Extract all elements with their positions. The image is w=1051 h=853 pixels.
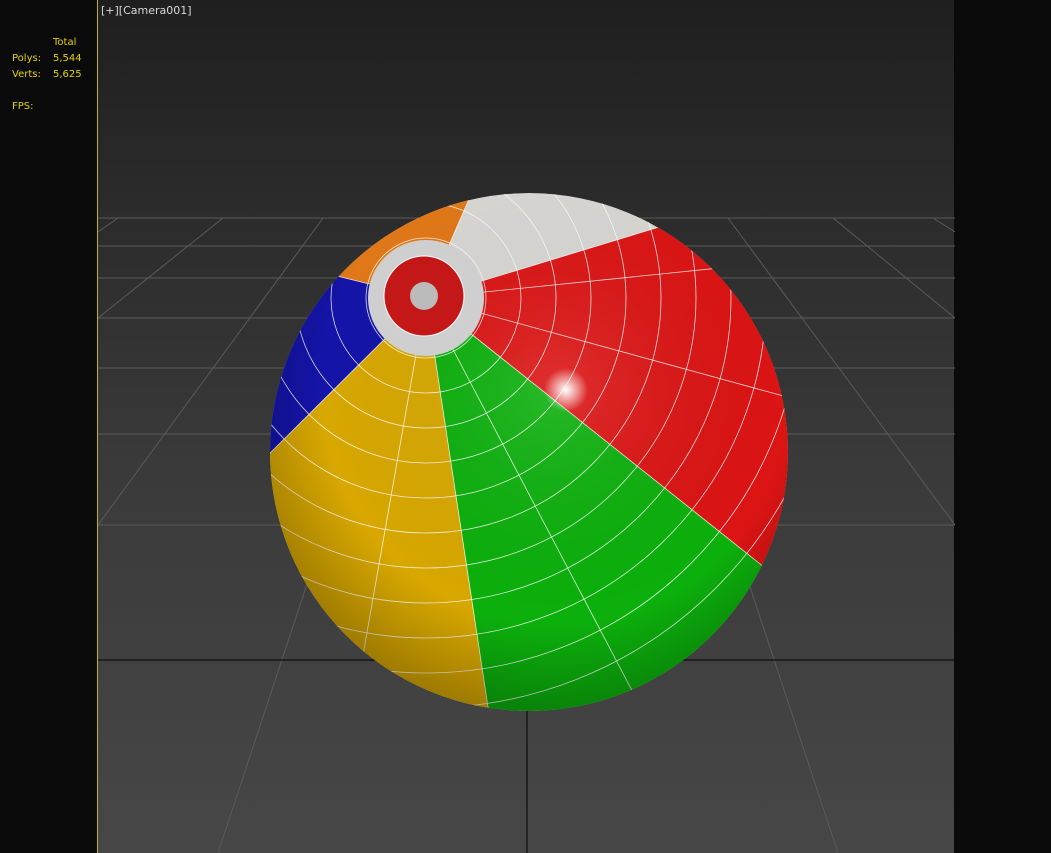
right-panel [954, 0, 1051, 853]
left-panel [0, 0, 97, 853]
fps-label: FPS: [12, 101, 34, 112]
verts-value: 5,625 [53, 69, 82, 80]
camera-viewport[interactable]: [+][Camera001] [97, 0, 955, 853]
stats-header: Total [53, 37, 77, 48]
viewport-label[interactable]: [+][Camera001] [101, 4, 192, 17]
scene [98, 193, 955, 853]
verts-label: Verts: [12, 69, 41, 80]
polys-label: Polys: [12, 53, 42, 64]
polys-value: 5,544 [53, 53, 82, 64]
